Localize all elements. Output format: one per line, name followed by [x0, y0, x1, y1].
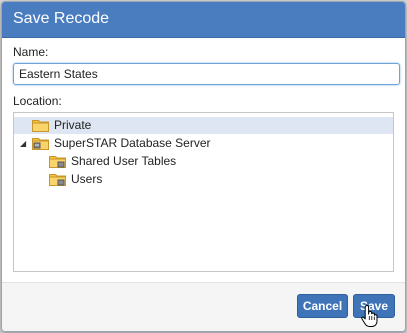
- tree-item-label: Shared User Tables: [71, 154, 177, 168]
- hand-pointer-icon: [361, 305, 378, 327]
- folder-icon: [32, 120, 49, 132]
- name-input[interactable]: [13, 63, 400, 85]
- shared-folder-icon: [49, 174, 66, 186]
- tree-item-private[interactable]: Private: [14, 117, 393, 134]
- dialog-title: Save Recode: [13, 10, 110, 27]
- server-folder-icon: [32, 138, 49, 150]
- save-recode-dialog: Save Recode Name: Location: Private ◢ Su…: [1, 1, 406, 332]
- collapse-triangle-icon[interactable]: ◢: [20, 140, 26, 148]
- tree-item-shared-user-tables[interactable]: Shared User Tables: [14, 153, 393, 170]
- location-label: Location:: [13, 94, 62, 108]
- location-tree[interactable]: Private ◢ SuperSTAR Database Server Shar…: [13, 112, 394, 272]
- dialog-footer: Cancel Save: [2, 282, 405, 331]
- tree-item-label: Private: [54, 118, 92, 132]
- dialog-titlebar[interactable]: Save Recode: [2, 2, 405, 38]
- cancel-button[interactable]: Cancel: [297, 294, 348, 318]
- name-label: Name:: [13, 45, 49, 59]
- tree-item-superstar-server[interactable]: ◢ SuperSTAR Database Server: [14, 135, 393, 152]
- tree-item-label: Users: [71, 172, 103, 186]
- tree-item-label: SuperSTAR Database Server: [54, 136, 211, 150]
- shared-folder-icon: [49, 156, 66, 168]
- tree-item-users[interactable]: Users: [14, 171, 393, 188]
